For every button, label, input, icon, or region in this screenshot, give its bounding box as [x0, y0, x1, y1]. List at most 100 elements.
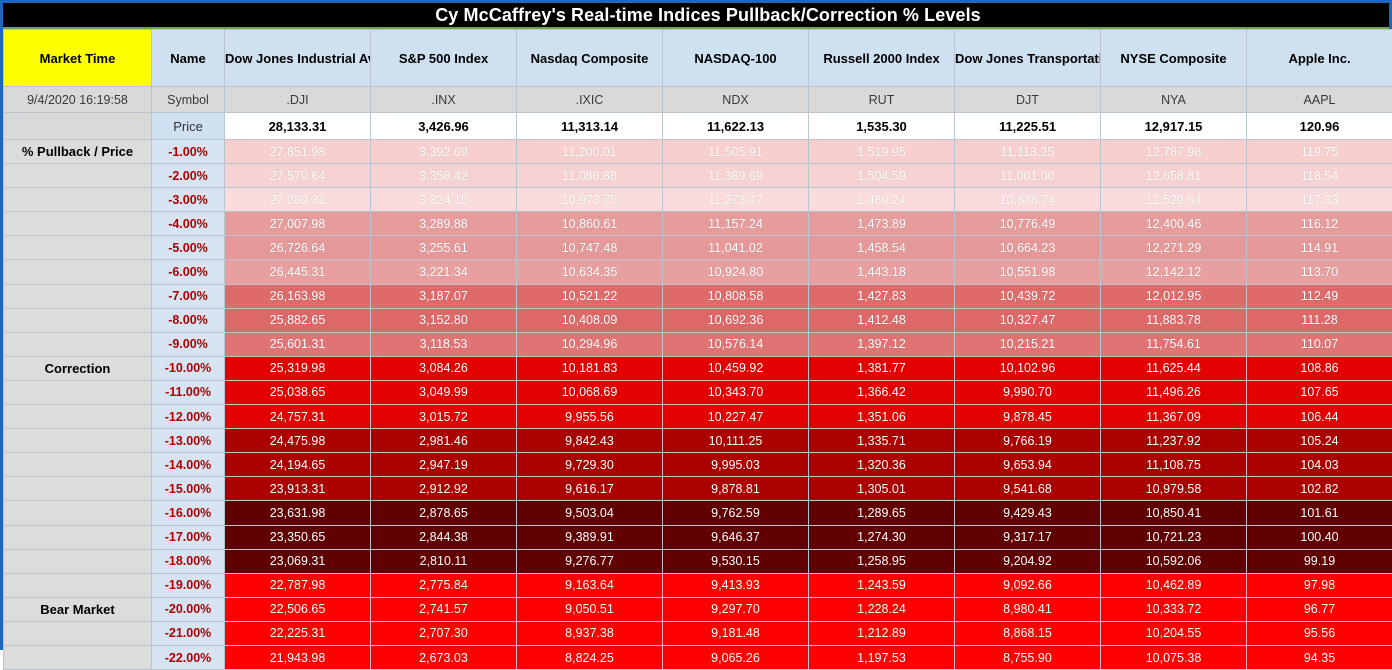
- level-cell: 9,646.37: [663, 525, 809, 549]
- level-cell: 9,297.70: [663, 597, 809, 621]
- level-cell: 10,721.23: [1101, 525, 1247, 549]
- level-cell: 10,333.72: [1101, 597, 1247, 621]
- level-cell: 9,616.17: [517, 477, 663, 501]
- level-cell: 1,305.01: [809, 477, 955, 501]
- level-cell: 10,343.70: [663, 380, 809, 404]
- level-cell: 2,947.19: [371, 453, 517, 477]
- level-cell: 3,118.53: [371, 332, 517, 356]
- level-cell: 12,787.98: [1101, 140, 1247, 164]
- level-cell: 11,754.61: [1101, 332, 1247, 356]
- level-cell: 10,327.47: [955, 308, 1101, 332]
- table-row: -4.00%27,007.983,289.8810,860.6111,157.2…: [4, 212, 1392, 236]
- level-cell: 10,521.22: [517, 284, 663, 308]
- level-cell: 1,412.48: [809, 308, 955, 332]
- level-cell: 10,102.96: [955, 356, 1101, 380]
- level-cell: 10,551.98: [955, 260, 1101, 284]
- table-row: -8.00%25,882.653,152.8010,408.0910,692.3…: [4, 308, 1392, 332]
- level-cell: 11,496.26: [1101, 380, 1247, 404]
- level-cell: 11,108.75: [1101, 453, 1247, 477]
- row-pullback-percent: -13.00%: [152, 429, 225, 453]
- level-cell: 10,664.23: [955, 236, 1101, 260]
- level-cell: 23,350.65: [225, 525, 371, 549]
- level-cell: 23,631.98: [225, 501, 371, 525]
- row-section-label: [4, 525, 152, 549]
- level-cell: 2,707.30: [371, 621, 517, 645]
- row-section-label: [4, 621, 152, 645]
- row-section-label: [4, 549, 152, 573]
- header-column-0: Dow Jones Industrial Average: [225, 30, 371, 87]
- level-cell: 24,757.31: [225, 405, 371, 429]
- row-section-label: Bear Market: [4, 597, 152, 621]
- row-section-label: [4, 501, 152, 525]
- level-cell: 9,317.17: [955, 525, 1101, 549]
- row-pullback-percent: -16.00%: [152, 501, 225, 525]
- row-section-label: [4, 453, 152, 477]
- level-cell: 8,755.90: [955, 645, 1101, 669]
- level-cell: 10,808.58: [663, 284, 809, 308]
- level-cell: 1,458.54: [809, 236, 955, 260]
- price-cell-2: 11,313.14: [517, 113, 663, 140]
- level-cell: 9,389.91: [517, 525, 663, 549]
- level-cell: 9,995.03: [663, 453, 809, 477]
- level-cell: 9,050.51: [517, 597, 663, 621]
- level-cell: 117.33: [1247, 188, 1392, 212]
- level-cell: 1,443.18: [809, 260, 955, 284]
- level-cell: 26,163.98: [225, 284, 371, 308]
- level-cell: 9,276.77: [517, 549, 663, 573]
- symbol-cell-5: DJT: [955, 87, 1101, 113]
- table-row: -7.00%26,163.983,187.0710,521.2210,808.5…: [4, 284, 1392, 308]
- header-column-6: NYSE Composite: [1101, 30, 1247, 87]
- row-pullback-percent: -7.00%: [152, 284, 225, 308]
- level-cell: 12,658.81: [1101, 164, 1247, 188]
- level-cell: 9,429.43: [955, 501, 1101, 525]
- level-cell: 110.07: [1247, 332, 1392, 356]
- table-row: -6.00%26,445.313,221.3410,634.3510,924.8…: [4, 260, 1392, 284]
- level-cell: 94.35: [1247, 645, 1392, 669]
- level-cell: 2,775.84: [371, 573, 517, 597]
- level-cell: 10,204.55: [1101, 621, 1247, 645]
- table-row: -9.00%25,601.313,118.5310,294.9610,576.1…: [4, 332, 1392, 356]
- level-cell: 106.44: [1247, 405, 1392, 429]
- row-pullback-percent: -15.00%: [152, 477, 225, 501]
- level-cell: 1,504.59: [809, 164, 955, 188]
- level-cell: 2,810.11: [371, 549, 517, 573]
- level-cell: 9,990.70: [955, 380, 1101, 404]
- row-section-label: [4, 573, 152, 597]
- row-section-label: [4, 308, 152, 332]
- level-cell: 2,981.46: [371, 429, 517, 453]
- row-pullback-percent: -11.00%: [152, 380, 225, 404]
- level-cell: 2,741.57: [371, 597, 517, 621]
- level-cell: 99.19: [1247, 549, 1392, 573]
- level-cell: 9,530.15: [663, 549, 809, 573]
- row-pullback-percent: -2.00%: [152, 164, 225, 188]
- level-cell: 9,653.94: [955, 453, 1101, 477]
- price-cell-4: 1,535.30: [809, 113, 955, 140]
- level-cell: 9,878.81: [663, 477, 809, 501]
- table-row: -3.00%27,289.313,324.1510,973.7511,273.4…: [4, 188, 1392, 212]
- table-row: -21.00%22,225.312,707.308,937.389,181.48…: [4, 621, 1392, 645]
- table-row: -11.00%25,038.653,049.9910,068.6910,343.…: [4, 380, 1392, 404]
- row-section-label: [4, 188, 152, 212]
- level-cell: 112.49: [1247, 284, 1392, 308]
- symbol-cell-4: RUT: [809, 87, 955, 113]
- level-cell: 9,766.19: [955, 429, 1101, 453]
- row-pullback-percent: -20.00%: [152, 597, 225, 621]
- level-cell: 12,400.46: [1101, 212, 1247, 236]
- level-cell: 107.65: [1247, 380, 1392, 404]
- row-pullback-percent: -18.00%: [152, 549, 225, 573]
- level-cell: 25,319.98: [225, 356, 371, 380]
- row-section-label: Correction: [4, 356, 152, 380]
- page-title: Cy McCaffrey's Real-time Indices Pullbac…: [435, 5, 981, 26]
- level-cell: 10,692.36: [663, 308, 809, 332]
- table-row: -18.00%23,069.312,810.119,276.779,530.15…: [4, 549, 1392, 573]
- level-cell: 10,227.47: [663, 405, 809, 429]
- row-pullback-percent: -4.00%: [152, 212, 225, 236]
- price-cell-5: 11,225.51: [955, 113, 1101, 140]
- level-cell: 10,592.06: [1101, 549, 1247, 573]
- level-cell: 1,335.71: [809, 429, 955, 453]
- level-cell: 104.03: [1247, 453, 1392, 477]
- symbol-cell-0: .DJI: [225, 87, 371, 113]
- header-name: Name: [152, 30, 225, 87]
- level-cell: 10,294.96: [517, 332, 663, 356]
- level-cell: 3,392.69: [371, 140, 517, 164]
